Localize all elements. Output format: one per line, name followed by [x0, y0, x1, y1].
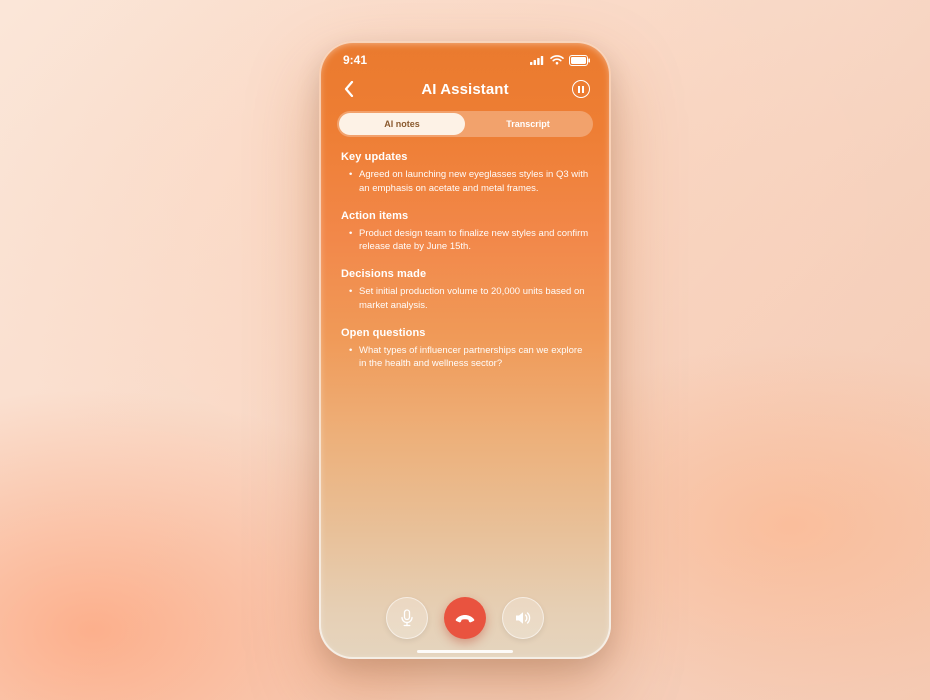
hang-up-button[interactable]: [444, 597, 486, 639]
section-title: Action items: [341, 210, 589, 222]
home-indicator: [417, 650, 513, 654]
chevron-left-icon: [344, 81, 354, 97]
microphone-icon: [399, 609, 415, 627]
page-title: AI Assistant: [421, 81, 508, 98]
status-right: [530, 55, 591, 66]
header-bar: AI Assistant: [319, 71, 611, 111]
section-title: Key updates: [341, 151, 589, 163]
tab-ai-notes[interactable]: AI notes: [339, 113, 465, 135]
section-key-updates: Key updates Agreed on launching new eyeg…: [341, 151, 589, 196]
status-time: 9:41: [343, 53, 367, 67]
speaker-button[interactable]: [502, 597, 544, 639]
tab-segmented-control: AI notes Transcript: [337, 111, 593, 137]
call-controls: [319, 597, 611, 639]
speaker-icon: [514, 610, 532, 626]
list-item: Set initial production volume to 20,000 …: [351, 285, 589, 313]
list-item: Agreed on launching new eyeglasses style…: [351, 168, 589, 196]
pause-button[interactable]: [569, 77, 593, 101]
mute-button[interactable]: [386, 597, 428, 639]
phone-hangup-icon: [454, 613, 476, 623]
section-decisions-made: Decisions made Set initial production vo…: [341, 268, 589, 313]
section-title: Open questions: [341, 327, 589, 339]
section-open-questions: Open questions What types of influencer …: [341, 327, 589, 372]
back-button[interactable]: [337, 77, 361, 101]
pause-icon: [572, 80, 590, 98]
tab-transcript[interactable]: Transcript: [465, 113, 591, 135]
list-item: What types of influencer partnerships ca…: [351, 344, 589, 372]
section-title: Decisions made: [341, 268, 589, 280]
phone-frame: 9:41 AI Assistant AI notes Transcript: [319, 41, 611, 659]
list-item: Product design team to finalize new styl…: [351, 227, 589, 255]
section-action-items: Action items Product design team to fina…: [341, 210, 589, 255]
signal-icon: [530, 55, 545, 65]
wifi-icon: [550, 55, 564, 65]
battery-icon: [569, 55, 591, 66]
notes-content: Key updates Agreed on launching new eyeg…: [319, 149, 611, 371]
status-bar: 9:41: [319, 41, 611, 71]
